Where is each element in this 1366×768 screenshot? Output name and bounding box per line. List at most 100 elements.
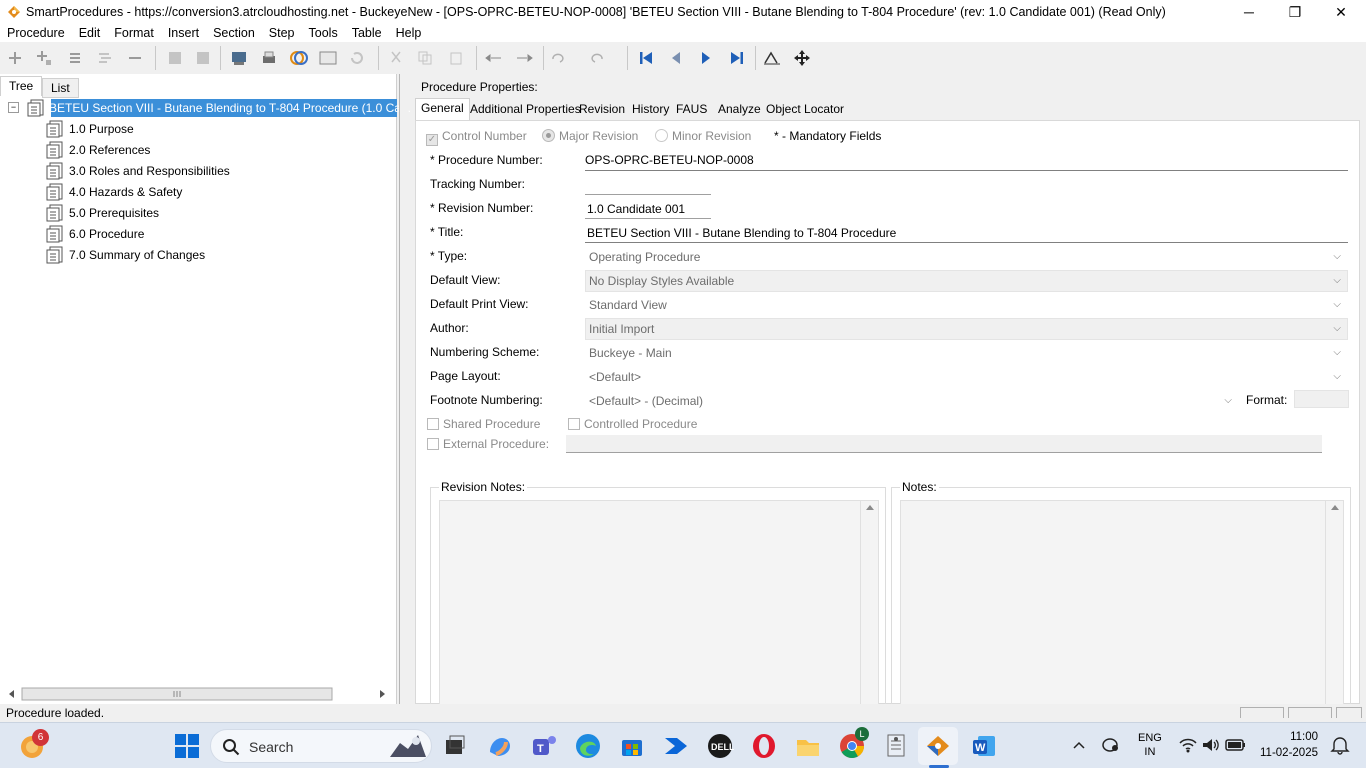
tree-item-hazards[interactable]: 4.0 Hazards & Safety [46,182,182,202]
undo-icon[interactable] [550,48,570,68]
menu-table[interactable]: Table [345,26,389,40]
tab-revision[interactable]: Revision [574,100,630,120]
tab-history[interactable]: History [627,100,674,120]
cut-icon[interactable] [386,48,406,68]
battery-icon[interactable] [1225,737,1247,756]
collapse-toggle[interactable]: − [8,102,19,113]
tree-item-summary[interactable]: 7.0 Summary of Changes [46,245,205,265]
tab-additional-properties[interactable]: Additional Properties [465,100,586,120]
window-icon[interactable] [318,48,338,68]
format-field[interactable] [1294,390,1349,408]
minimize-button[interactable]: ─ [1226,0,1272,24]
default-print-view-dropdown[interactable]: Standard View ⌵ [585,294,1348,316]
save-icon[interactable] [165,48,185,68]
clock[interactable]: 11:00 11-02-2025 [1254,729,1318,761]
refresh-icon[interactable] [347,48,367,68]
list-icon[interactable] [65,48,85,68]
add-child-icon[interactable] [34,48,54,68]
indent-icon[interactable] [514,48,534,68]
tree-item-purpose[interactable]: 1.0 Purpose [46,119,134,139]
external-procedure-checkbox[interactable]: External Procedure: [427,437,549,451]
file-explorer-icon[interactable] [794,732,822,760]
link-icon[interactable] [289,48,309,68]
control-number-checkbox[interactable]: ✓ Control Number [426,129,527,146]
notification-bell-icon[interactable] [1330,735,1350,758]
task-view-icon[interactable] [441,732,469,760]
tree-item-references[interactable]: 2.0 References [46,140,150,160]
remove-icon[interactable] [125,48,145,68]
tab-general[interactable]: General [415,98,470,120]
next-record-icon[interactable] [696,48,716,68]
menu-section[interactable]: Section [206,26,262,40]
revision-notes-textarea[interactable] [439,500,879,705]
volume-icon[interactable] [1201,736,1221,757]
footnote-numbering-dropdown[interactable]: <Default> - (Decimal) ⌵ [585,390,1239,412]
revision-number-field[interactable]: 1.0 Candidate 001 [587,202,685,216]
word-icon[interactable]: W [970,732,998,760]
tab-list[interactable]: List [42,78,79,98]
numbering-scheme-dropdown[interactable]: Buckeye - Main ⌵ [585,342,1348,364]
network-cloud-icon[interactable] [1101,736,1121,757]
dell-icon[interactable]: DELL [706,732,735,760]
menu-insert[interactable]: Insert [161,26,206,40]
chevron-up-icon[interactable] [1072,738,1086,755]
start-icon[interactable] [174,733,200,762]
restore-button[interactable]: ❐ [1272,0,1318,24]
edge-icon[interactable] [574,732,602,760]
minor-revision-radio[interactable]: Minor Revision [655,129,751,143]
notes-textarea[interactable] [900,500,1344,705]
print-icon[interactable] [259,48,279,68]
pane-splitter[interactable] [399,74,407,704]
indent-list-icon[interactable] [95,48,115,68]
menu-procedure[interactable]: Procedure [0,26,72,40]
controlled-procedure-checkbox[interactable]: Controlled Procedure [568,417,697,431]
teams-icon[interactable]: T [530,732,558,760]
tree-item-procedure[interactable]: 6.0 Procedure [46,224,144,244]
smartprocedures-app-icon[interactable] [924,732,952,760]
vertical-scrollbar[interactable] [860,501,878,704]
menu-edit[interactable]: Edit [72,26,108,40]
widgets-icon[interactable]: 6 [18,729,49,763]
author-dropdown[interactable]: Initial Import ⌵ [585,318,1348,340]
tree-item-roles[interactable]: 3.0 Roles and Responsibilities [46,161,230,181]
chrome-icon[interactable]: L [838,727,869,760]
language-indicator[interactable]: ENG IN [1138,731,1162,759]
outdent-icon[interactable] [484,48,504,68]
paste-icon[interactable] [446,48,466,68]
procedure-number-field[interactable]: OPS-OPRC-BETEU-NOP-0008 [585,153,754,167]
tab-faus[interactable]: FAUS [671,100,712,120]
tree-item-prerequisites[interactable]: 5.0 Prerequisites [46,203,159,223]
external-procedure-field[interactable] [566,435,1322,453]
add-icon[interactable] [5,48,25,68]
move-icon[interactable] [792,48,812,68]
redo-icon[interactable] [590,48,610,68]
smartprocedures-doc-icon[interactable] [882,732,910,760]
wifi-icon[interactable] [1178,736,1198,757]
menu-tools[interactable]: Tools [302,26,345,40]
horizontal-scrollbar[interactable] [4,687,390,701]
tab-object-locator[interactable]: Object Locator [761,100,849,120]
vertical-scrollbar[interactable] [1325,501,1343,704]
last-record-icon[interactable] [727,48,747,68]
page-layout-dropdown[interactable]: <Default> ⌵ [585,366,1348,388]
previous-record-icon[interactable] [666,48,686,68]
publish-icon[interactable] [229,48,249,68]
major-revision-radio[interactable]: Major Revision [542,129,638,143]
store-icon[interactable] [618,732,646,760]
shared-procedure-checkbox[interactable]: Shared Procedure [427,417,540,431]
copy-icon[interactable] [415,48,435,68]
default-view-dropdown[interactable]: No Display Styles Available ⌵ [585,270,1348,292]
tab-tree[interactable]: Tree [0,76,43,96]
menu-step[interactable]: Step [262,26,302,40]
menu-format[interactable]: Format [107,26,161,40]
power-automate-icon[interactable] [662,732,690,760]
tab-analyze[interactable]: Analyze [713,100,766,120]
type-dropdown[interactable]: Operating Procedure ⌵ [585,246,1348,268]
menu-help[interactable]: Help [389,26,429,40]
find-replace-icon[interactable] [762,48,782,68]
save-all-icon[interactable] [193,48,213,68]
close-button[interactable]: ✕ [1318,0,1364,24]
copilot-icon[interactable] [486,732,514,760]
tree-root[interactable]: − BETEU Section VIII - Butane Blending t… [5,99,411,117]
title-field[interactable]: BETEU Section VIII - Butane Blending to … [587,226,896,240]
